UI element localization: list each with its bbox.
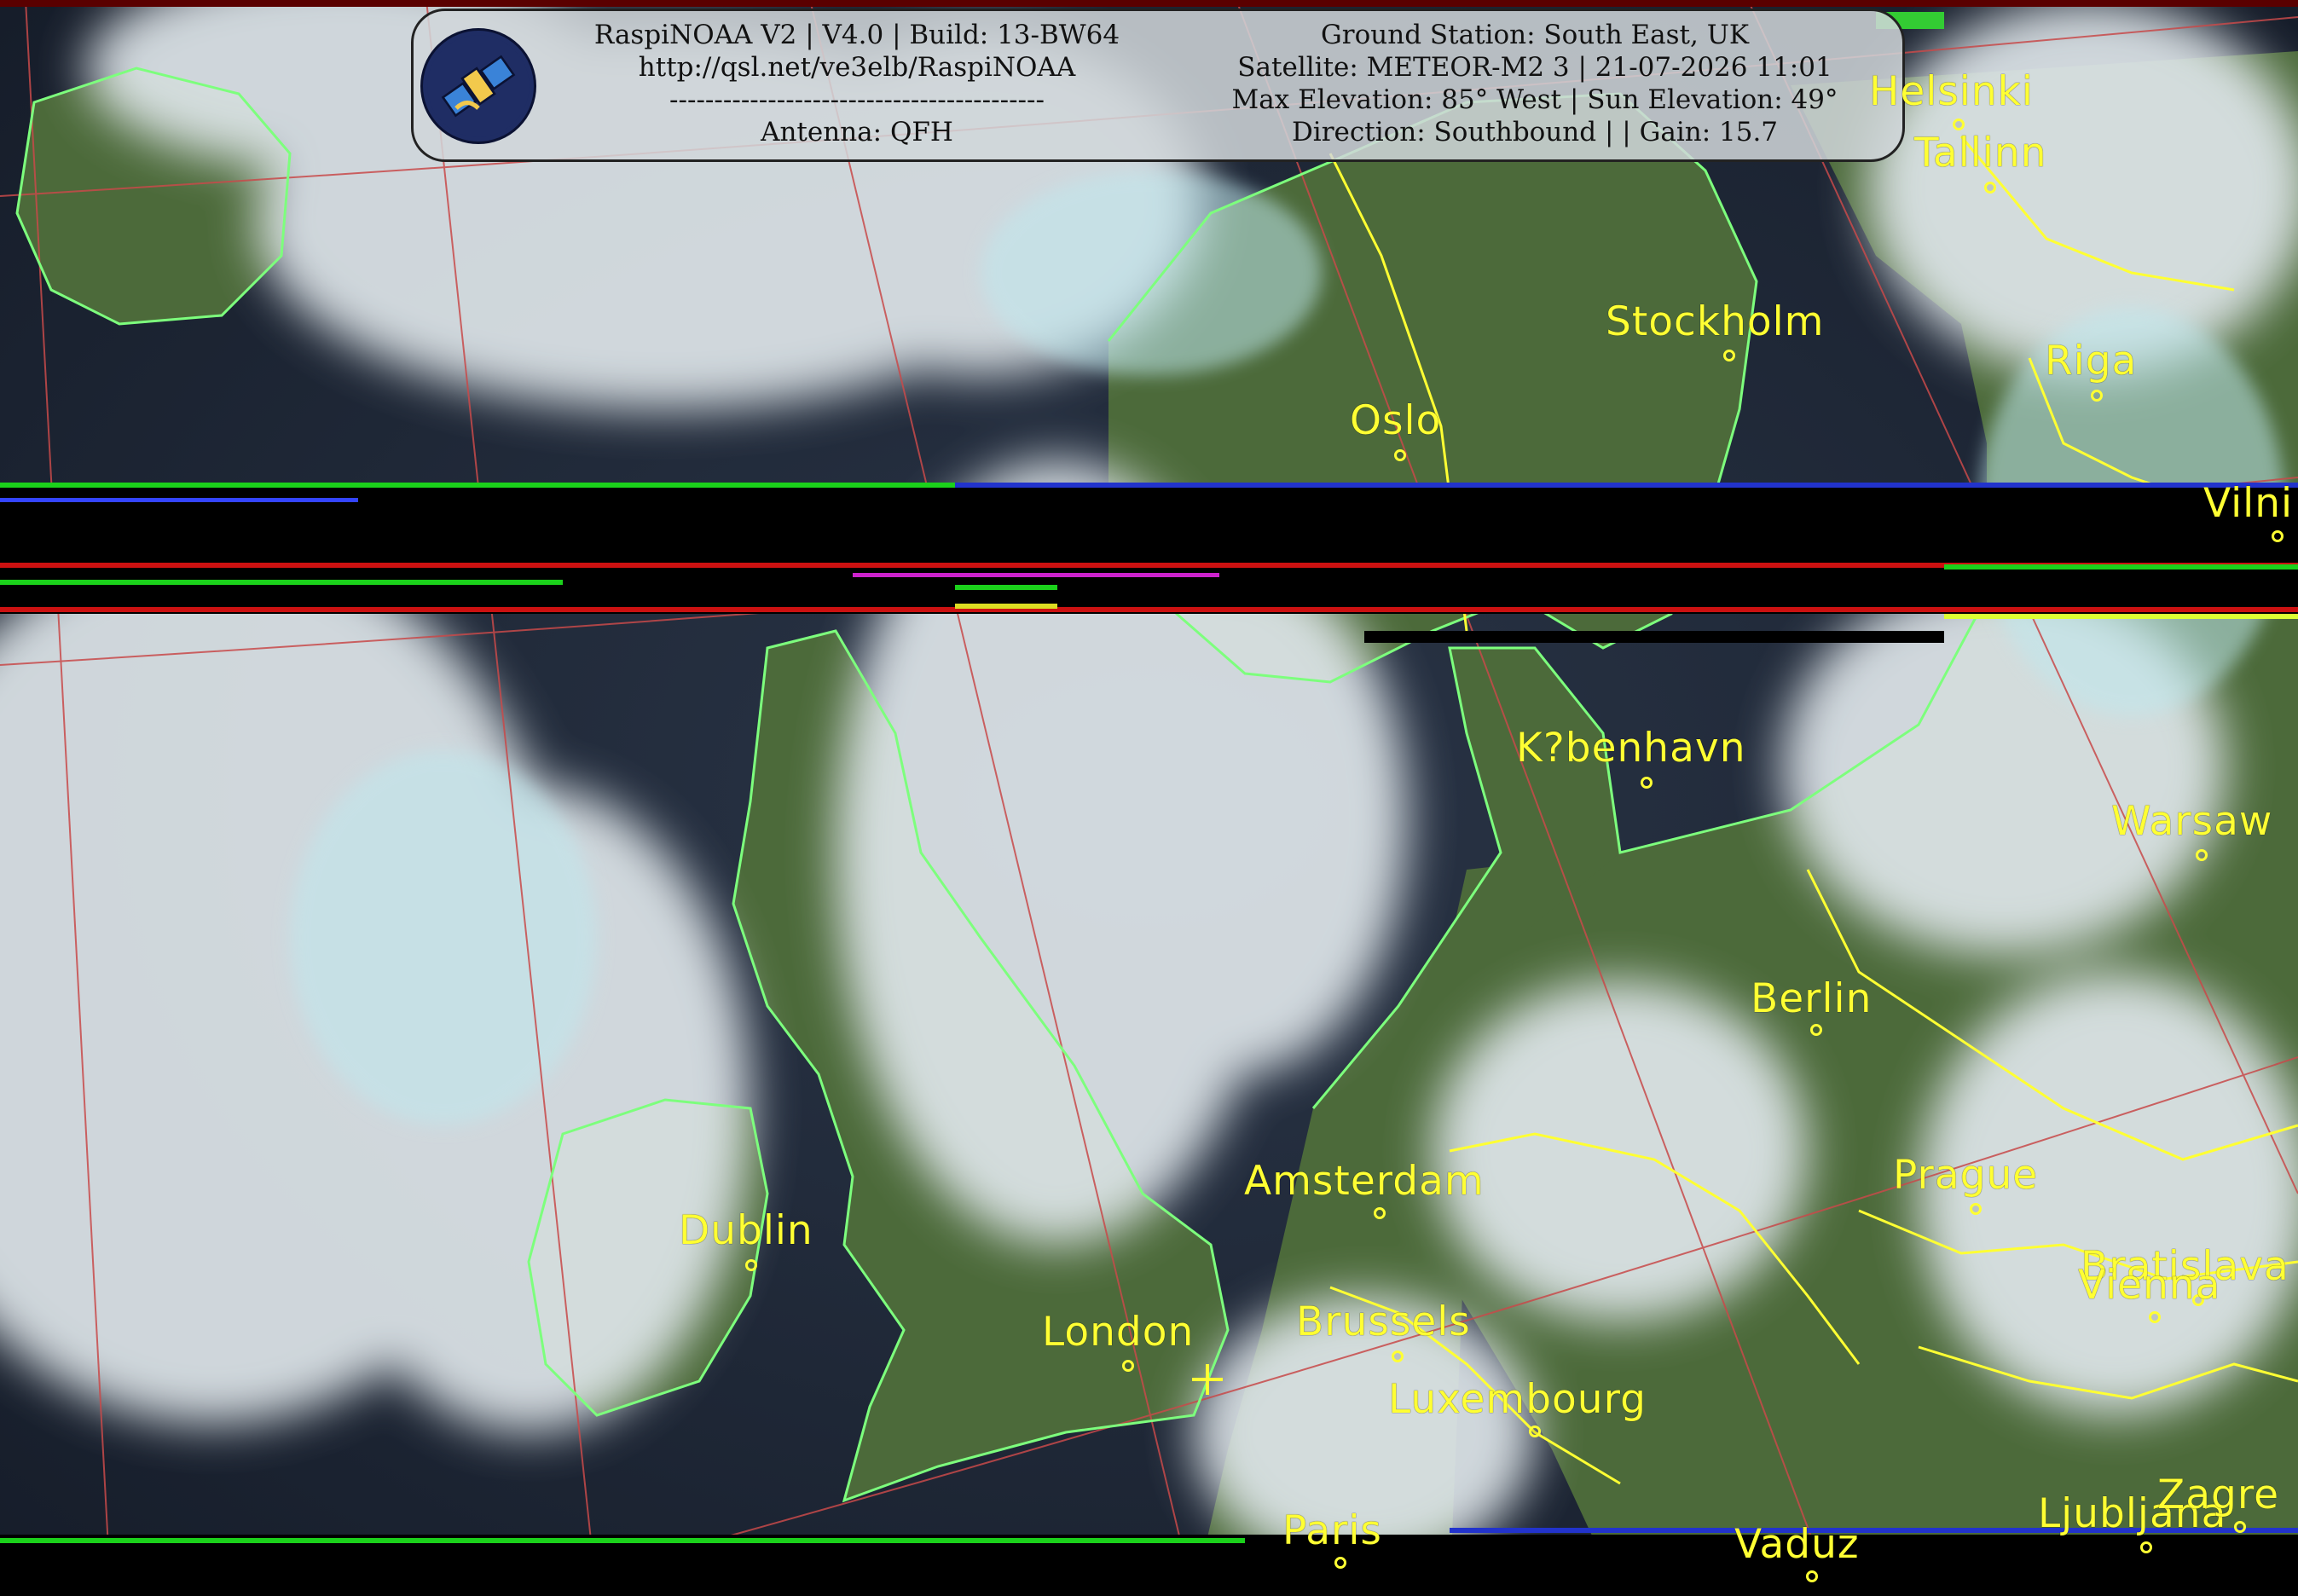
city-label-tallinn: Tallinn [1914, 130, 2047, 176]
city-label-dublin: Dublin [679, 1207, 813, 1254]
city-label-vaduz: Vaduz [1734, 1521, 1860, 1568]
city-label-prague: Prague [1893, 1152, 2039, 1199]
city-marker [2196, 849, 2208, 861]
city-marker [2234, 1521, 2246, 1533]
satellite-map [0, 0, 2298, 1596]
ground-station: Ground Station: South East, UK [1321, 20, 1749, 50]
city-label-brussels: Brussels [1296, 1298, 1471, 1345]
ground-station-crosshair-icon [1192, 1364, 1223, 1395]
city-marker [2149, 1311, 2161, 1323]
project-url: http://qsl.net/ve3elb/RaspiNOAA [638, 52, 1076, 83]
city-marker [2272, 530, 2284, 542]
city-marker [1810, 1024, 1822, 1036]
city-marker [1953, 119, 1965, 130]
city-label-kobenhavn: K?benhavn [1516, 725, 1746, 772]
city-marker [1806, 1570, 1818, 1582]
city-marker [1394, 449, 1406, 461]
software-info: RaspiNOAA V2 | V4.0 | Build: 13-BW64 htt… [546, 19, 1168, 148]
city-label-stockholm: Stockholm [1606, 298, 1825, 345]
city-label-oslo: Oslo [1350, 397, 1442, 444]
city-marker [1723, 350, 1735, 361]
satellite-and-time: Satellite: METEOR-M2 3 | 21-07-2026 11:0… [1237, 52, 1832, 83]
city-label-vilnius: Vilni [2203, 480, 2294, 527]
city-label-warsaw: Warsaw [2111, 798, 2273, 845]
divider: ----------------------------------------… [669, 84, 1045, 115]
antenna-info: Antenna: QFH [761, 117, 953, 147]
pass-details: Ground Station: South East, UK Satellite… [1185, 19, 1884, 148]
city-marker [1641, 777, 1653, 789]
direction-gain: Direction: Southbound | | Gain: 15.7 [1291, 117, 1779, 147]
elevation-info: Max Elevation: 85° West | Sun Elevation:… [1231, 84, 1838, 115]
city-marker [1984, 182, 1996, 194]
city-label-luxembourg: Luxembourg [1388, 1376, 1647, 1423]
city-marker [1334, 1557, 1346, 1569]
city-label-zagreb: Zagre [2157, 1472, 2280, 1518]
city-label-london: London [1042, 1309, 1195, 1356]
city-label-berlin: Berlin [1751, 975, 1873, 1022]
city-marker [1374, 1207, 1386, 1219]
city-label-vienna: Vienna [2078, 1262, 2221, 1309]
city-marker [1529, 1425, 1541, 1437]
city-marker [1392, 1350, 1404, 1362]
city-label-riga: Riga [2045, 338, 2138, 385]
city-label-amsterdam: Amsterdam [1244, 1158, 1485, 1205]
city-label-helsinki: Helsinki [1869, 68, 2034, 115]
city-marker [1970, 1203, 1982, 1215]
satellite-icon [420, 28, 536, 144]
city-marker [745, 1259, 757, 1271]
city-marker [1122, 1360, 1134, 1372]
software-version: RaspiNOAA V2 | V4.0 | Build: 13-BW64 [593, 20, 1120, 50]
city-marker [2091, 390, 2103, 402]
city-marker [2140, 1541, 2152, 1553]
city-label-paris: Paris [1282, 1507, 1382, 1554]
